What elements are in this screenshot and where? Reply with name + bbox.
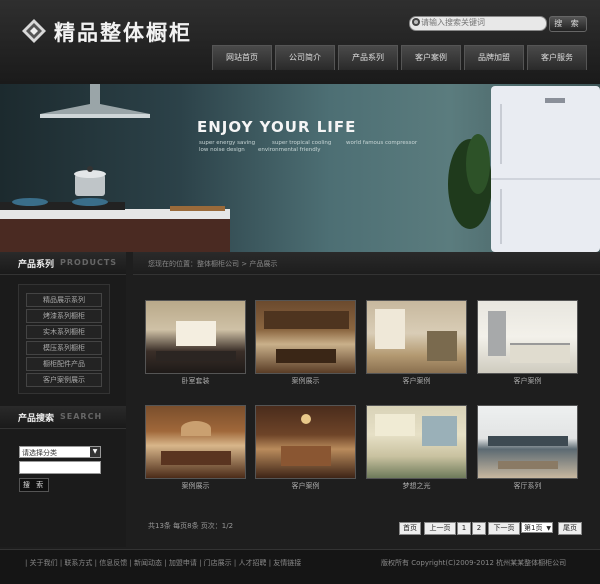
search-section-title: 产品搜索 SEARCH <box>0 406 126 429</box>
product-card[interactable]: 案例展示 <box>142 402 249 499</box>
nav-service[interactable]: 客户服务 <box>527 45 587 70</box>
product-caption[interactable]: 案例展示 <box>142 481 249 491</box>
product-card[interactable]: 案例展示 <box>252 297 359 394</box>
search-input[interactable] <box>421 16 541 29</box>
nav-cases[interactable]: 客户案例 <box>401 45 461 70</box>
products-title: 产品系列 <box>18 260 55 270</box>
footer-divider: | <box>196 559 204 567</box>
products-section-title: 产品系列 PRODUCTS <box>0 252 126 275</box>
product-caption[interactable]: 客户案例 <box>474 376 581 386</box>
product-image[interactable] <box>366 405 467 479</box>
product-caption[interactable]: 客户案例 <box>252 481 359 491</box>
page-select-value: 第1页 <box>524 524 543 532</box>
category-item[interactable]: 橱柜配件产品 <box>26 357 102 371</box>
products-title-en: PRODUCTS <box>60 258 118 267</box>
category-select[interactable]: 请选择分类 ▼ <box>19 446 101 458</box>
product-image[interactable] <box>477 300 578 374</box>
banner-kitchen-image <box>0 84 600 252</box>
product-card[interactable]: 卧室套装 <box>142 297 249 394</box>
footer-link[interactable]: 友情链接 <box>273 559 301 567</box>
product-card[interactable]: 梦想之光 <box>363 402 470 499</box>
product-card[interactable]: 客户案例 <box>474 297 581 394</box>
pagination-info: 共13条 每页8条 页次：1/2 <box>148 522 234 530</box>
product-caption[interactable]: 卧室套装 <box>142 376 249 386</box>
footer-link[interactable]: 门店展示 <box>204 559 232 567</box>
page-2-button[interactable]: 2 <box>472 522 486 535</box>
product-card[interactable]: 客户案例 <box>252 402 359 499</box>
product-image[interactable] <box>477 405 578 479</box>
footer-link[interactable]: 信息反馈 <box>99 559 127 567</box>
product-image[interactable] <box>255 405 356 479</box>
banner-feature: environmental friendly <box>258 147 321 153</box>
nav-home[interactable]: 网站首页 <box>212 45 272 70</box>
product-image[interactable] <box>145 405 246 479</box>
chevron-down-icon: ▼ <box>546 525 551 532</box>
prev-page-button[interactable]: 上一页 <box>424 522 456 535</box>
product-caption[interactable]: 案例展示 <box>252 376 359 386</box>
product-image[interactable] <box>366 300 467 374</box>
product-image[interactable] <box>145 300 246 374</box>
search-title-en: SEARCH <box>60 412 103 421</box>
footer-divider: | <box>127 559 135 567</box>
banner-feature: low noise design <box>199 147 245 153</box>
product-caption[interactable]: 客厅系列 <box>474 481 581 491</box>
search-title: 产品搜索 <box>18 414 55 424</box>
footer-link[interactable]: 新闻动态 <box>134 559 162 567</box>
logo-icon <box>22 19 46 43</box>
page-1-button[interactable]: 1 <box>457 522 471 535</box>
nav-about[interactable]: 公司简介 <box>275 45 335 70</box>
banner-feature: world famous compressor <box>346 140 418 146</box>
search-button[interactable]: 搜 索 <box>549 16 587 32</box>
category-item[interactable]: 客户案例展示 <box>26 373 102 387</box>
nav-franchise[interactable]: 品牌加盟 <box>464 45 524 70</box>
category-select-value: 请选择分类 <box>22 449 57 457</box>
first-page-button[interactable]: 首页 <box>399 522 421 535</box>
banner-headline: ENJOY YOUR LIFE <box>197 118 357 136</box>
category-item[interactable]: 实木系列橱柜 <box>26 325 102 339</box>
footer-link[interactable]: 加盟申请 <box>169 559 197 567</box>
footer-divider: | <box>162 559 169 567</box>
category-item[interactable]: 烤漆系列橱柜 <box>26 309 102 323</box>
site-title[interactable]: 精品整体橱柜 <box>54 17 192 47</box>
banner-feature: super energy saving <box>199 140 256 146</box>
banner <box>0 84 600 252</box>
product-card[interactable]: 客户案例 <box>363 297 470 394</box>
last-page-button[interactable]: 尾页 <box>558 522 582 535</box>
banner-feature: super tropical cooling <box>272 140 332 146</box>
footer-link[interactable]: 联系方式 <box>64 559 92 567</box>
footer-links: | 关于我们 | 联系方式 | 信息反馈 | 新闻动态 | 加盟申请 | 门店展… <box>25 558 301 568</box>
chevron-down-icon: ▼ <box>90 447 100 457</box>
product-caption[interactable]: 梦想之光 <box>363 481 470 491</box>
search-icon <box>412 18 420 26</box>
product-image[interactable] <box>255 300 356 374</box>
category-item[interactable]: 模压系列橱柜 <box>26 341 102 355</box>
copyright: 版权所有 Copyright(C)2009-2012 杭州某某整体橱柜公司 <box>381 559 567 567</box>
next-page-button[interactable]: 下一页 <box>488 522 520 535</box>
product-card[interactable]: 客厅系列 <box>474 402 581 499</box>
nav-products[interactable]: 产品系列 <box>338 45 398 70</box>
footer-link[interactable]: 关于我们 <box>30 559 58 567</box>
sidebar-search-button[interactable]: 搜 索 <box>19 478 49 492</box>
footer-link[interactable]: 人才招聘 <box>238 559 266 567</box>
page-select[interactable]: 第1页 ▼ <box>521 522 553 533</box>
breadcrumb: 您现在的位置：整体橱柜公司 > 产品展示 <box>148 260 278 268</box>
category-item[interactable]: 精品展示系列 <box>26 293 102 307</box>
product-caption[interactable]: 客户案例 <box>363 376 470 386</box>
sidebar-search-input[interactable] <box>19 461 101 474</box>
